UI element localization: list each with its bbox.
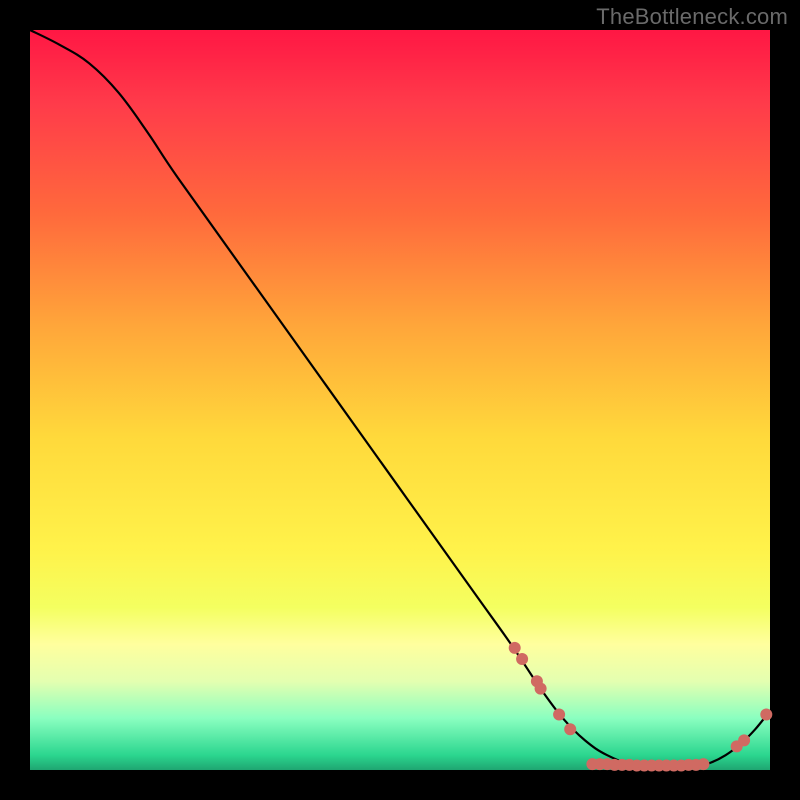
bottleneck-curve [30, 30, 770, 767]
data-marker [760, 709, 772, 721]
data-marker [553, 709, 565, 721]
data-marker [738, 734, 750, 746]
data-marker [509, 642, 521, 654]
chart-plot [30, 30, 770, 770]
watermark-text: TheBottleneck.com [596, 4, 788, 30]
data-markers [509, 642, 773, 772]
data-marker [516, 653, 528, 665]
data-marker [564, 723, 576, 735]
data-marker [697, 758, 709, 770]
data-marker [535, 683, 547, 695]
